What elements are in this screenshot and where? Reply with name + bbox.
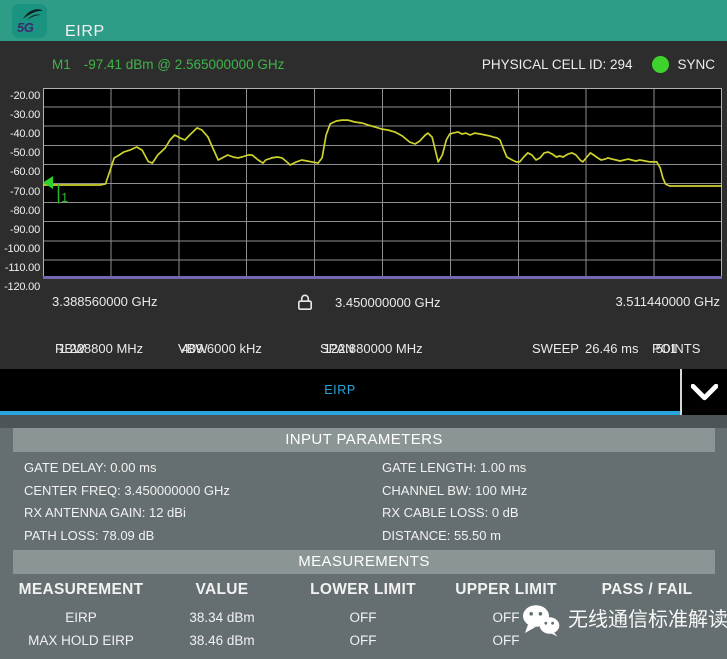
5g-app-icon[interactable]: 5G [12,4,47,38]
measurements-header: MEASUREMENTS [13,550,715,574]
chevron-down-icon [691,384,718,401]
row-eirp-value: 38.34 dBm [189,610,254,625]
status-bar: RBW 1.228800 MHz VBW 409.6000 kHz SPAN 1… [0,341,727,357]
panel-top-strip [0,415,727,428]
stop-frequency: 3.511440000 GHz [615,294,720,309]
points-readout: POINTS 501 [652,341,656,356]
cell-sync-group: PHYSICAL CELL ID: 294 SYNC [482,41,715,88]
channel-bw-param: CHANNEL BW: 100 MHz [382,483,527,499]
y-axis-label: -50.00 [0,147,40,159]
y-axis-label: -20.00 [0,90,40,102]
start-frequency: 3.388560000 GHz [52,294,158,309]
y-axis-label: -120.00 [0,281,40,293]
sync-status-dot [652,56,669,73]
sweep-label: SWEEP [532,341,579,356]
center-frequency-group: 3.450000000 GHz [297,293,441,311]
row-eirp-name: EIRP [65,610,97,625]
tab-eirp[interactable]: EIRP [0,369,680,411]
y-axis-label: -30.00 [0,109,40,121]
measurement-tab-bar: EIRP [0,369,727,415]
sync-label: SYNC [677,57,715,72]
physical-cell-id: PHYSICAL CELL ID: 294 [482,57,633,72]
center-freq-param: CENTER FREQ: 3.450000000 GHz [24,483,230,499]
y-axis-label: -60.00 [0,166,40,178]
plot-area[interactable]: 1 [43,88,722,279]
span-readout: SPAN 122.880000 MHz [320,341,324,356]
center-frequency: 3.450000000 GHz [335,295,441,310]
sweep-value: 26.46 ms [585,341,638,356]
marker-label: M1 [52,57,71,72]
gate-length-param: GATE LENGTH: 1.00 ms [382,460,526,476]
eirp-app-window: 5G EIRP M1 -97.41 dBm @ 2.565000000 GHz … [0,0,727,659]
row-eirp-lower: OFF [350,610,377,625]
row-eirp-upper: OFF [493,610,520,625]
col-header-pass-fail: PASS / FAIL [602,581,693,599]
y-axis-label: -100.00 [0,243,40,255]
watermark-text: 无线通信标准解读 [568,604,727,637]
watermark: 无线通信标准解读 [522,604,727,637]
col-header-measurement: MEASUREMENT [19,581,144,599]
path-loss-param: PATH LOSS: 78.09 dB [24,528,154,544]
col-header-lower-limit: LOWER LIMIT [310,581,416,599]
marker-status-bar: M1 -97.41 dBm @ 2.565000000 GHz PHYSICAL… [0,41,727,88]
row-maxhold-name: MAX HOLD EIRP [28,633,134,648]
y-axis-label: -40.00 [0,128,40,140]
marker-readout: M1 -97.41 dBm @ 2.565000000 GHz [52,41,284,88]
lock-icon[interactable] [297,293,313,311]
row-maxhold-upper: OFF [493,633,520,648]
marker-value: -97.41 dBm @ 2.565000000 GHz [84,57,285,72]
rx-antenna-gain-param: RX ANTENNA GAIN: 12 dBi [24,505,186,521]
signal-swoosh-icon [21,7,45,21]
marker-number-label: 1 [61,190,68,205]
gate-delay-param: GATE DELAY: 0.00 ms [24,460,156,476]
y-axis-label: -70.00 [0,186,40,198]
rbw-readout: RBW 1.228800 MHz [55,341,59,356]
col-header-upper-limit: UPPER LIMIT [455,581,556,599]
y-axis-label: -110.00 [0,262,40,274]
spectrum-trace-svg: 1 [43,88,722,279]
vbw-readout: VBW 409.6000 kHz [178,341,182,356]
row-maxhold-value: 38.46 dBm [189,633,254,648]
marker-arrow [43,176,53,189]
y-axis-label: -80.00 [0,205,40,217]
input-parameters-header: INPUT PARAMETERS [13,428,715,452]
distance-param: DISTANCE: 55.50 m [382,528,501,544]
collapse-panel-button[interactable] [682,369,727,415]
title-bar: 5G EIRP [0,0,727,41]
row-maxhold-lower: OFF [350,633,377,648]
rx-cable-loss-param: RX CABLE LOSS: 0 dB [382,505,519,521]
frequency-axis: 3.388560000 GHz 3.450000000 GHz 3.511440… [0,293,727,311]
y-axis-label: -90.00 [0,224,40,236]
results-panel: INPUT PARAMETERS GATE DELAY: 0.00 ms GAT… [0,415,727,659]
5g-logo-text: 5G [17,20,33,35]
wechat-icon [522,604,560,637]
col-header-value: VALUE [196,581,249,599]
